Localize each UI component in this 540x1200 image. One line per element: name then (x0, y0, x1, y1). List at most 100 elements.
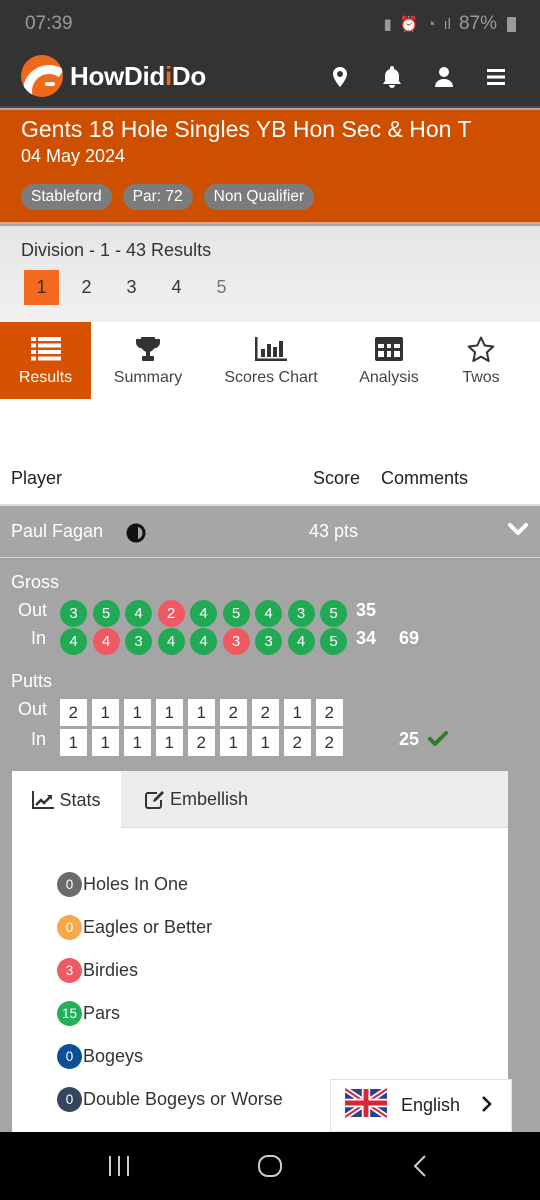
stat-label: Pars (83, 1003, 121, 1023)
stat-holes-in-one: 0 Holes In One (57, 872, 188, 897)
putts-label: Putts (11, 671, 53, 691)
header-player[interactable]: Player (11, 468, 62, 489)
hole-score: 4 (190, 600, 217, 627)
hole-score: 5 (320, 628, 347, 655)
hole-putts: 2 (220, 699, 247, 726)
player-name[interactable]: Paul Fagan (11, 521, 103, 542)
battery-saver-icon: ▮ (383, 16, 392, 33)
hole-score: 4 (60, 628, 87, 655)
page-5[interactable]: 5 (204, 270, 239, 305)
wifi-icon: ◔ (426, 15, 436, 33)
tab-stats-label: Stats (59, 789, 101, 810)
hole-score: 3 (125, 628, 152, 655)
stat-label: Birdies (83, 960, 139, 980)
stat-count-badge: 3 (57, 958, 82, 983)
stat-label: Eagles or Better (83, 917, 213, 937)
recent-apps-icon[interactable] (107, 1154, 131, 1183)
tab-scores-chart-label: Scores Chart (224, 369, 318, 386)
app-logo-text[interactable]: HowDidiDo (70, 61, 206, 92)
tab-analysis[interactable]: Analysis (337, 322, 441, 399)
logo-text-part2: Do (171, 61, 206, 91)
pagination: 1 2 3 4 5 (24, 270, 249, 305)
language-selector[interactable]: English (330, 1079, 512, 1132)
page-4[interactable]: 4 (159, 270, 194, 305)
putts-in-row: 111121122 (60, 729, 343, 756)
battery-icon (507, 16, 516, 32)
tab-results[interactable]: Results (0, 322, 91, 399)
stat-count-badge: 0 (57, 872, 82, 897)
table-row[interactable]: Paul Fagan 43 pts (0, 508, 540, 558)
results-tabs: Results Summary Scores Chart Analysis Tw… (0, 322, 540, 399)
header-score[interactable]: Score (313, 468, 360, 489)
hole-score: 3 (222, 628, 250, 655)
hole-putts: 1 (92, 729, 119, 756)
gross-in-label: In (31, 628, 47, 648)
map-marker-icon[interactable] (314, 62, 366, 92)
tab-twos[interactable]: Twos (441, 322, 521, 399)
gross-in-row: 443443345 (60, 628, 347, 655)
hole-score: 4 (157, 628, 185, 655)
menu-icon[interactable] (470, 62, 522, 92)
hole-score: 4 (190, 628, 217, 655)
stat-label: Bogeys (83, 1046, 144, 1066)
hole-score: 4 (92, 628, 120, 655)
header-actions (314, 62, 522, 92)
stat-count-badge: 0 (57, 1087, 82, 1112)
stat-count-badge: 0 (57, 915, 82, 940)
star-icon (467, 336, 495, 362)
hole-putts: 1 (156, 729, 183, 756)
chevron-right-icon (481, 1094, 493, 1119)
tab-summary[interactable]: Summary (91, 322, 205, 399)
bar-chart-icon (255, 336, 287, 362)
hole-putts: 1 (156, 699, 183, 726)
gross-out-label: Out (18, 600, 48, 620)
home-icon[interactable] (257, 1154, 283, 1183)
page-1[interactable]: 1 (24, 270, 59, 305)
logo-icon[interactable] (21, 55, 63, 97)
signal-icon: ıl (443, 15, 451, 33)
hole-score: 2 (157, 600, 185, 627)
hole-putts: 2 (316, 699, 343, 726)
stat-count-badge: 15 (57, 1001, 82, 1026)
gross-label: Gross (11, 572, 60, 592)
check-icon (428, 731, 448, 752)
hole-score: 5 (320, 600, 347, 627)
hole-putts: 1 (124, 729, 151, 756)
table-icon (375, 336, 403, 362)
gross-in-total: 34 (356, 628, 377, 648)
user-icon[interactable] (418, 62, 470, 92)
page-3[interactable]: 3 (114, 270, 149, 305)
page-2[interactable]: 2 (69, 270, 104, 305)
par-tag: Par: 72 (122, 184, 193, 210)
trophy-icon (135, 336, 161, 362)
tab-twos-label: Twos (462, 369, 500, 386)
line-chart-icon (32, 791, 55, 809)
tab-embellish-label: Embellish (170, 789, 249, 809)
hole-score: 5 (92, 600, 120, 627)
alarm-icon: ⏰ (399, 16, 419, 33)
putts-in-label: In (31, 729, 47, 749)
hole-putts: 2 (316, 729, 343, 756)
hole-putts: 1 (188, 699, 215, 726)
hole-putts: 1 (284, 699, 311, 726)
stat-label: Holes In One (83, 874, 189, 894)
tab-scores-chart[interactable]: Scores Chart (205, 322, 337, 399)
status-icons: ▮ ⏰ ◔ ıl 87% (383, 13, 516, 35)
bell-icon[interactable] (366, 62, 418, 92)
language-label: English (401, 1095, 461, 1115)
edit-icon (145, 790, 164, 809)
hole-score: 3 (60, 600, 87, 627)
back-icon[interactable] (412, 1154, 428, 1183)
tab-embellish[interactable]: Embellish (145, 771, 248, 828)
hole-putts: 1 (60, 729, 87, 756)
uk-flag-icon (343, 1086, 389, 1124)
tab-stats[interactable]: Stats (12, 771, 121, 829)
division-title: Division - 1 - 43 Results (21, 240, 212, 260)
stat-eagles: 0 Eagles or Better (57, 915, 212, 940)
app-header: HowDidiDo (0, 50, 540, 108)
hole-putts: 1 (252, 729, 279, 756)
chevron-down-icon[interactable] (508, 520, 528, 541)
results-table-header: Player Score Comments (0, 454, 540, 506)
putts-out-label: Out (18, 699, 48, 719)
hole-score: 4 (287, 628, 315, 655)
